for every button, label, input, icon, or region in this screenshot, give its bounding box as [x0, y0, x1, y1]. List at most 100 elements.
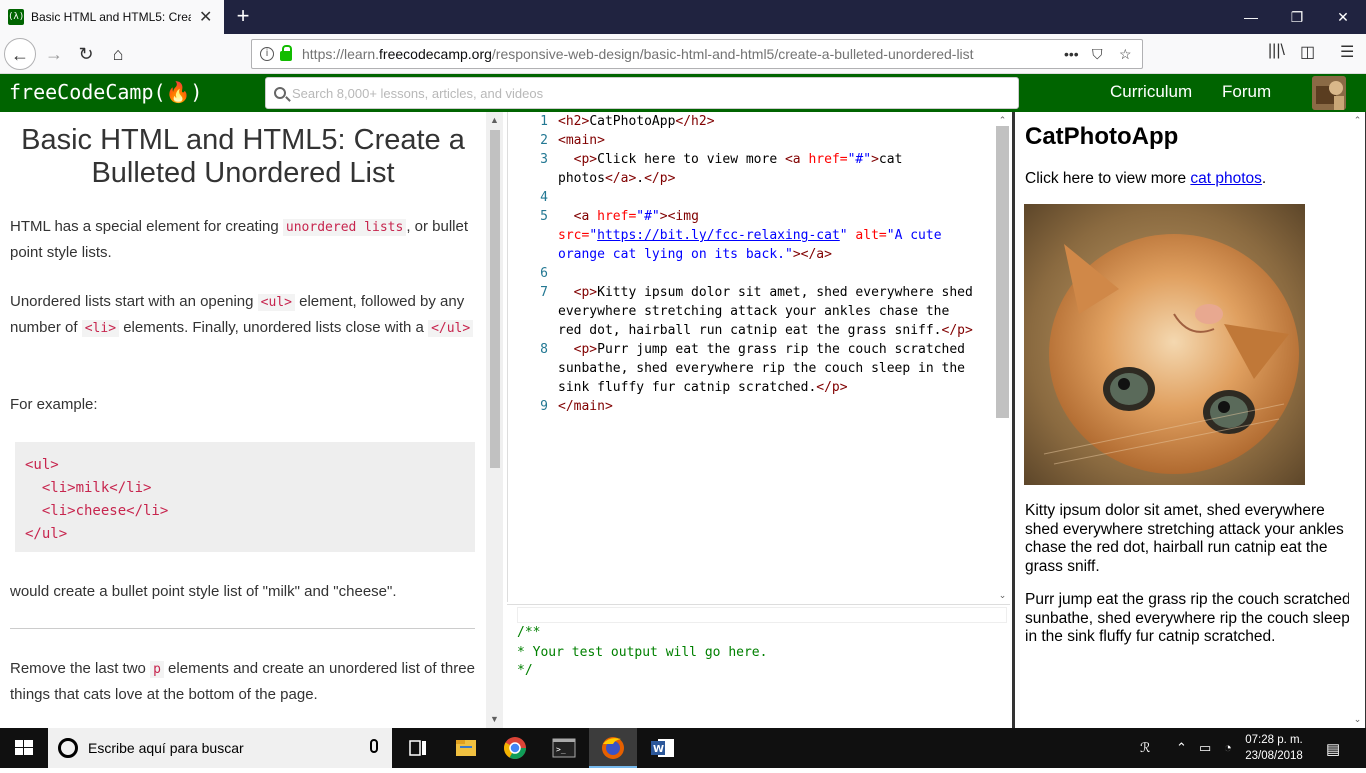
- description-paragraph-4: would create a bullet point style list o…: [10, 583, 397, 600]
- description-paragraph-3: For example:: [10, 396, 98, 413]
- svg-text:>_: >_: [556, 745, 566, 754]
- example-code-block: <ul> <li>milk</li> <li>cheese</li> </ul>: [15, 442, 475, 552]
- preview-pane: CatPhotoApp Click here to view more cat …: [1015, 112, 1366, 728]
- fcc-logo[interactable]: freeCodeCamp(🔥): [9, 80, 202, 104]
- line-number: 2: [540, 133, 548, 148]
- browser-tab[interactable]: (λ) Basic HTML and HTML5: Create a Bulle…: [0, 0, 224, 34]
- menu-icon[interactable]: ☰: [1340, 42, 1354, 62]
- people-icon[interactable]: ℛ: [1140, 740, 1150, 756]
- url-text: https://learn.freecodecamp.org/responsiv…: [302, 46, 974, 62]
- word-icon: W: [651, 739, 674, 757]
- terminal-button[interactable]: >_: [540, 728, 588, 768]
- code-line[interactable]: </main>: [558, 399, 613, 414]
- challenge-title: Basic HTML and HTML5: Create a Bulleted …: [21, 124, 465, 189]
- nav-curriculum[interactable]: Curriculum: [1110, 82, 1192, 102]
- sidebar-icon[interactable]: ◫: [1300, 42, 1315, 62]
- scrollbar-thumb[interactable]: [490, 130, 500, 468]
- info-icon[interactable]: i: [260, 47, 274, 61]
- file-explorer-button[interactable]: [442, 728, 490, 768]
- code-editor[interactable]: 1 <h2>CatPhotoApp</h2> 2 <main> 3 <p>Cli…: [507, 112, 1010, 602]
- task-view-button[interactable]: [394, 728, 442, 768]
- tray-chevron-icon[interactable]: ⌃: [1176, 740, 1187, 756]
- browser-navbar: ← → ↻ ⌂ i https://learn.freecodecamp.org…: [0, 34, 1366, 74]
- fcc-search-box[interactable]: [265, 77, 1019, 109]
- output-comment-line: /**: [517, 625, 541, 640]
- instructions-paragraph: Remove the last two p elements and creat…: [10, 660, 475, 703]
- forward-button[interactable]: →: [38, 38, 70, 70]
- battery-icon[interactable]: ▭: [1199, 740, 1211, 756]
- code-line-wrap[interactable]: src="https://bit.ly/fcc-relaxing-cat" al…: [558, 228, 942, 243]
- back-button[interactable]: ←: [4, 38, 36, 70]
- preview-scroll-down-icon[interactable]: ⌄: [1349, 711, 1365, 728]
- code-line[interactable]: <p>Kitty ipsum dolor sit amet, shed ever…: [558, 285, 973, 300]
- taskbar-search[interactable]: Escribe aquí para buscar: [48, 728, 392, 768]
- editor-scrollbar-thumb[interactable]: [996, 126, 1009, 418]
- preview-paragraph-2: Kitty ipsum dolor sit amet, shed everywh…: [1025, 502, 1344, 575]
- preview-scroll-up-icon[interactable]: ⌃: [1349, 112, 1365, 129]
- code-line-wrap[interactable]: sunbathe, shed everywhere rip the couch …: [558, 361, 965, 376]
- lock-icon[interactable]: [280, 45, 292, 61]
- pocket-icon[interactable]: ⛉: [1092, 46, 1103, 63]
- line-number: 8: [540, 342, 548, 357]
- word-button[interactable]: W: [638, 728, 686, 768]
- firefox-button[interactable]: [589, 728, 637, 768]
- line-number: 9: [540, 399, 548, 414]
- output-header-bar: [517, 607, 1007, 623]
- code-line-wrap[interactable]: photos</a>.</p>: [558, 171, 675, 186]
- taskbar-clock[interactable]: 07:28 p. m. 23/08/2018: [1238, 732, 1310, 764]
- reload-button[interactable]: ↻: [70, 38, 102, 70]
- url-bar[interactable]: i https://learn.freecodecamp.org/respons…: [251, 39, 1143, 69]
- search-input[interactable]: [292, 85, 992, 101]
- challenge-description: Basic HTML and HTML5: Create a Bulleted …: [0, 112, 486, 728]
- code-line-wrap[interactable]: red dot, hairball run catnip eat the gra…: [558, 323, 973, 338]
- code-line[interactable]: <main>: [558, 133, 605, 148]
- editor-scroll-down-icon[interactable]: ⌄: [994, 587, 1011, 604]
- line-number: 1: [540, 114, 548, 129]
- avatar[interactable]: [1312, 76, 1346, 110]
- scroll-down-icon[interactable]: ▼: [486, 711, 503, 728]
- notifications-icon[interactable]: ▤: [1326, 740, 1340, 758]
- cat-photos-link[interactable]: cat photos: [1190, 170, 1262, 187]
- home-button[interactable]: ⌂: [102, 38, 134, 70]
- microphone-icon[interactable]: [370, 739, 378, 753]
- code-line[interactable]: <a href="#"><img: [558, 209, 699, 224]
- chrome-icon: [504, 737, 526, 759]
- preview-paragraph-1: Click here to view more cat photos.: [1025, 170, 1267, 187]
- svg-text:W: W: [653, 744, 664, 755]
- line-number: 4: [540, 190, 548, 205]
- code-line[interactable]: <h2>CatPhotoApp</h2>: [558, 114, 715, 129]
- preview-title: CatPhotoApp: [1025, 123, 1179, 150]
- search-icon: [274, 87, 286, 99]
- clock-time: 07:28 p. m.: [1245, 734, 1303, 746]
- cat-photo[interactable]: [1024, 204, 1305, 485]
- output-comment-line: */: [517, 663, 533, 678]
- test-output-pane: /** * Your test output will go here. */: [507, 604, 1010, 728]
- start-button[interactable]: [0, 728, 48, 768]
- bookmark-star-icon[interactable]: ☆: [1119, 46, 1132, 63]
- library-icon[interactable]: |||\: [1268, 42, 1285, 60]
- scroll-up-icon[interactable]: ▲: [486, 112, 503, 129]
- description-scrollbar[interactable]: ▲ ▼: [486, 112, 503, 728]
- code-line[interactable]: <p>Purr jump eat the grass rip the couch…: [558, 342, 965, 357]
- description-paragraph-2: Unordered lists start with an opening <u…: [10, 289, 476, 341]
- code-line[interactable]: <p>Click here to view more <a href="#">c…: [558, 152, 903, 167]
- chrome-button[interactable]: [491, 728, 539, 768]
- close-window-button[interactable]: ✕: [1320, 0, 1366, 34]
- nav-forum[interactable]: Forum: [1222, 82, 1271, 102]
- code-line-wrap[interactable]: sink fluffy fur catnip scratched.</p>: [558, 380, 848, 395]
- code-line-wrap[interactable]: orange cat lying on its back."></a>: [558, 247, 832, 262]
- page-actions-icon[interactable]: •••: [1064, 46, 1079, 62]
- taskbar-search-text: Escribe aquí para buscar: [88, 740, 244, 756]
- cortana-icon: [58, 738, 78, 758]
- preview-scrollbar[interactable]: ⌃ ⌄: [1349, 112, 1365, 728]
- editor-scrollbar[interactable]: ⌃ ⌄: [994, 112, 1011, 604]
- line-number: 5: [540, 209, 548, 224]
- line-number: 7: [540, 285, 548, 300]
- tab-close-icon[interactable]: ✕: [199, 7, 212, 27]
- fcc-favicon-icon: (λ): [8, 9, 24, 25]
- code-line-wrap[interactable]: everywhere stretching attack your ankles…: [558, 304, 949, 319]
- restore-button[interactable]: ❐: [1274, 0, 1320, 34]
- minimize-button[interactable]: —: [1228, 0, 1274, 34]
- new-tab-button[interactable]: +: [231, 4, 255, 28]
- wifi-icon[interactable]: ◔: [1224, 740, 1232, 755]
